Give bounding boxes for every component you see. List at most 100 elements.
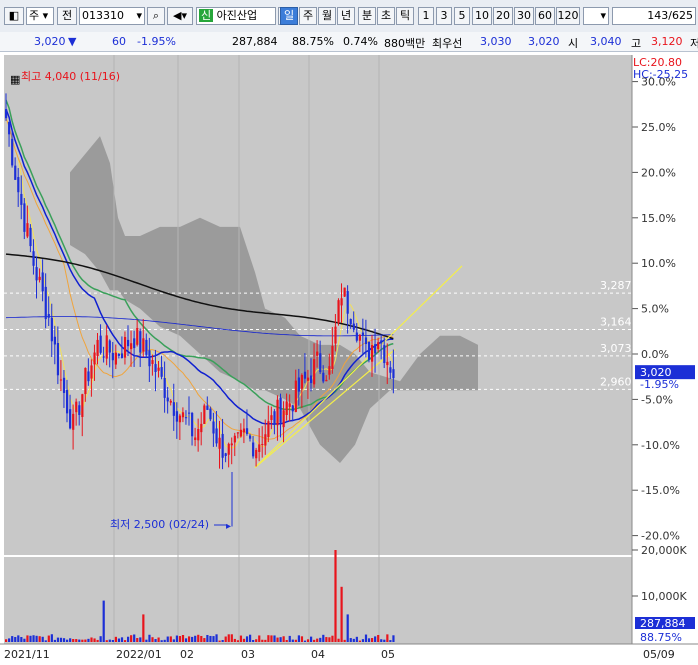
chart-type-icon[interactable]: ◧ — [4, 7, 24, 25]
period-tab-week[interactable]: 주 — [299, 7, 317, 25]
candle-body — [23, 203, 26, 232]
low-label: 저 — [690, 37, 698, 50]
candle-body — [169, 400, 172, 403]
volume-bar — [157, 637, 160, 642]
candle-body — [377, 342, 380, 350]
market-value: 주 — [29, 9, 40, 22]
volume-bar — [105, 640, 108, 642]
volume-bar — [325, 637, 328, 642]
stock-chart[interactable]: 30.0%25.0%20.0%15.0%10.0%5.0%0.0%-5.0%-1… — [0, 52, 698, 662]
bid-price: 3,020 — [528, 35, 560, 48]
minute-10[interactable]: 10 — [472, 7, 492, 25]
minute-5[interactable]: 5 — [454, 7, 470, 25]
period-tab-year[interactable]: 년 — [337, 7, 355, 25]
volume-bar — [380, 639, 383, 642]
period-tab-day[interactable]: 일 — [280, 7, 298, 25]
count-field[interactable]: 143/625 — [612, 7, 696, 25]
chevron-down-icon: ▾ — [136, 9, 142, 22]
candle-body — [26, 223, 29, 237]
period-tab-second[interactable]: 초 — [377, 7, 395, 25]
candle-body — [392, 369, 395, 379]
candle-body — [5, 109, 8, 119]
volume-bar — [288, 635, 291, 642]
y-tick-label: -15.0% — [641, 484, 680, 497]
volume-bar — [102, 600, 105, 642]
candle-body — [297, 377, 300, 392]
volume-bar — [331, 635, 334, 642]
candle-body — [99, 335, 102, 353]
candle-body — [316, 351, 319, 356]
volume-bar — [84, 639, 87, 642]
minute-1[interactable]: 1 — [418, 7, 434, 25]
candle-body — [236, 432, 239, 434]
volume-bar — [294, 639, 297, 642]
market-select[interactable]: 주 ▾ — [26, 7, 54, 25]
candle-body — [142, 338, 145, 352]
volume-bar — [230, 634, 233, 642]
volume-bar — [352, 638, 355, 642]
minute-60[interactable]: 60 — [535, 7, 555, 25]
volume-bar — [218, 640, 221, 642]
kind-button[interactable]: 전 — [57, 7, 77, 25]
minute-3[interactable]: 3 — [436, 7, 452, 25]
volume-bar — [203, 638, 206, 642]
volume-bar — [313, 639, 316, 642]
volume-bar — [349, 638, 352, 642]
minute-30[interactable]: 30 — [514, 7, 534, 25]
volume-bar — [270, 635, 273, 642]
candle-body — [96, 339, 99, 357]
custom-period-select[interactable]: ▾ — [583, 7, 609, 25]
candle-body — [44, 286, 47, 320]
minute-120[interactable]: 120 — [556, 7, 580, 25]
candle-body — [255, 449, 258, 459]
volume-bar — [130, 635, 133, 642]
volume-bar — [291, 639, 294, 642]
volume-bar — [136, 638, 139, 642]
volume-bar — [252, 639, 255, 642]
volume-bar — [200, 635, 203, 642]
candle-body — [108, 340, 111, 353]
candle-body — [197, 429, 200, 441]
stock-name: 아진산업 — [216, 9, 258, 22]
search-icon[interactable]: ⌕ — [147, 7, 165, 25]
price-info-bar: 3,020 ▼ 60 -1.95% 287,884 88.75% 0.74% 8… — [0, 32, 698, 52]
volume-bar — [111, 640, 114, 642]
candle-body — [349, 318, 352, 325]
volume-bar — [8, 638, 11, 642]
candle-body — [267, 421, 270, 437]
open-price: 3,040 — [590, 35, 622, 48]
volume-bar — [184, 638, 188, 642]
candle-body — [212, 421, 215, 434]
candle-body — [245, 428, 249, 434]
volume-bar — [99, 636, 102, 642]
period-tab-minute[interactable]: 분 — [358, 7, 376, 25]
volume-bar — [377, 634, 380, 642]
candle-body — [75, 401, 78, 413]
period-tab-month[interactable]: 월 — [318, 7, 336, 25]
candle-body — [252, 442, 255, 457]
volume-bar — [169, 636, 172, 642]
candle-body — [66, 389, 69, 414]
priority-label: 최우선 — [432, 37, 463, 50]
candle-body — [84, 367, 87, 395]
speaker-icon[interactable]: ◀▾ — [167, 7, 193, 25]
volume-bar — [392, 635, 395, 642]
candle-body — [367, 341, 371, 360]
candle-body — [242, 428, 246, 433]
volume-bar — [258, 635, 261, 642]
stock-name-field[interactable]: 신 아진산업 — [196, 7, 276, 25]
candle-body — [157, 367, 160, 371]
candle-body — [291, 405, 294, 412]
candle-body — [261, 443, 264, 445]
volume-bar — [35, 635, 38, 642]
candle-body — [386, 361, 389, 366]
volume-bar — [114, 636, 117, 642]
candle-body — [81, 394, 84, 417]
code-input[interactable]: 013310 ▾ — [79, 7, 145, 25]
volume-bar — [66, 639, 69, 642]
volume-bar — [197, 634, 200, 642]
settings-icon[interactable]: ▦ — [10, 73, 20, 86]
period-tab-tick[interactable]: 틱 — [396, 7, 414, 25]
minute-20[interactable]: 20 — [493, 7, 513, 25]
chart-area[interactable]: 30.0% 25.0% 20.0% 15.0% 10.0% 5.0% 0.0% -5.0% -1… — [0, 52, 698, 662]
